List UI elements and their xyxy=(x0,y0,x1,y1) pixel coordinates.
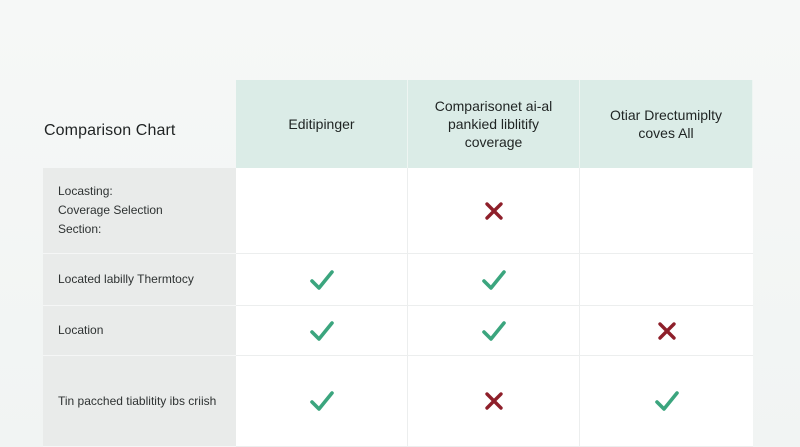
value-cell xyxy=(236,168,408,254)
check-icon xyxy=(654,391,679,411)
check-icon xyxy=(309,320,334,341)
value-cell xyxy=(580,168,753,254)
row-label-4: Tin pacched tiablitity ibs criish xyxy=(43,356,236,447)
row-label-1: Locasting: Coverage Selection Section: xyxy=(43,168,236,254)
cross-icon xyxy=(484,392,503,410)
comparison-table: Comparison Chart Editipinger Comparisone… xyxy=(43,80,753,447)
comparison-page: Comparison Chart Editipinger Comparisone… xyxy=(0,0,800,447)
value-cell xyxy=(408,254,580,306)
row-label-3: Location xyxy=(43,306,236,356)
check-icon xyxy=(481,320,506,341)
check-icon xyxy=(309,391,334,411)
value-cell xyxy=(408,306,580,356)
value-cell xyxy=(580,356,753,447)
value-cell xyxy=(236,306,408,356)
value-cell xyxy=(580,306,753,356)
value-cell xyxy=(408,168,580,254)
column-header-1: Editipinger xyxy=(236,80,408,168)
value-cell xyxy=(580,254,753,306)
page-title: Comparison Chart xyxy=(44,122,176,139)
cross-icon xyxy=(484,201,503,220)
value-cell xyxy=(236,356,408,447)
value-cell xyxy=(236,254,408,306)
check-icon xyxy=(309,269,334,290)
cross-icon xyxy=(657,321,676,340)
check-icon xyxy=(481,269,506,290)
column-header-3: Otiar Drectumiplty coves All xyxy=(580,80,753,168)
title-cell: Comparison Chart xyxy=(43,80,236,168)
column-header-2: Comparisonet ai-al pankied liblitify cov… xyxy=(408,80,580,168)
row-label-2: Located labilly Thermtocy xyxy=(43,254,236,306)
value-cell xyxy=(408,356,580,447)
